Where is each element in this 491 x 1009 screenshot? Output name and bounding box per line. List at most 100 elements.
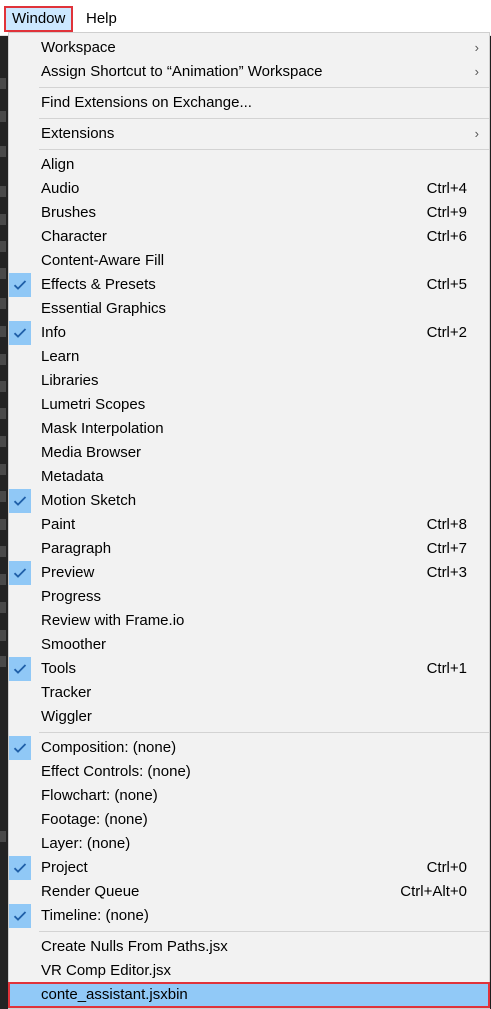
menu-item-label: Media Browser xyxy=(41,444,142,461)
menu-item-assign-shortcut-to-animation-workspace[interactable]: Assign Shortcut to “Animation” Workspace… xyxy=(9,60,489,84)
menu-item-render-queue[interactable]: Render Queue Ctrl+Alt+0 xyxy=(9,880,489,904)
menu-item-label: Lumetri Scopes xyxy=(41,396,146,413)
menu-item-vr-comp-editor-jsx[interactable]: VR Comp Editor.jsx xyxy=(9,959,489,983)
menu-item-label: Paragraph xyxy=(41,540,112,557)
menu-item-label: Layer: (none) xyxy=(41,835,131,852)
menu-item-shortcut: Ctrl+5 xyxy=(426,276,467,293)
menu-item-find-extensions-on-exchange[interactable]: Find Extensions on Exchange... xyxy=(9,91,489,115)
menu-item-label: Extensions xyxy=(41,125,115,142)
menu-item-label: Content-Aware Fill xyxy=(41,252,165,269)
menu-item-shortcut: Ctrl+0 xyxy=(426,859,467,876)
menubar-help[interactable]: Help xyxy=(80,6,123,32)
menu-item-label: Audio xyxy=(41,180,80,197)
menu-item-label: Learn xyxy=(41,348,80,365)
menu-item-extensions[interactable]: Extensions › xyxy=(9,122,489,146)
menu-item-tools[interactable]: Tools Ctrl+1 xyxy=(9,657,489,681)
menu-item-label: Project xyxy=(41,859,88,876)
menubar-window[interactable]: Window xyxy=(4,6,74,32)
menu-item-mask-interpolation[interactable]: Mask Interpolation xyxy=(9,417,489,441)
menu-item-effect-controls-none[interactable]: Effect Controls: (none) xyxy=(9,760,489,784)
menu-item-progress[interactable]: Progress xyxy=(9,585,489,609)
menu-item-shortcut: Ctrl+2 xyxy=(426,324,467,341)
menu-item-label: Tracker xyxy=(41,684,92,701)
menu-item-wiggler[interactable]: Wiggler xyxy=(9,705,489,729)
menu-item-shortcut: Ctrl+4 xyxy=(426,180,467,197)
menu-item-shortcut: Ctrl+7 xyxy=(426,540,467,557)
menu-item-label: Footage: (none) xyxy=(41,811,148,828)
chevron-right-icon: › xyxy=(474,64,479,79)
menu-item-label: Libraries xyxy=(41,372,99,389)
menu-item-audio[interactable]: Audio Ctrl+4 xyxy=(9,177,489,201)
menu-item-label: Character xyxy=(41,228,107,245)
menu-item-label: Review with Frame.io xyxy=(41,612,185,629)
menu-separator xyxy=(39,732,489,733)
menu-item-shortcut: Ctrl+3 xyxy=(426,564,467,581)
menu-item-review-with-frame-io[interactable]: Review with Frame.io xyxy=(9,609,489,633)
menu-item-label: Info xyxy=(41,324,67,341)
menu-item-learn[interactable]: Learn xyxy=(9,345,489,369)
checkmark-icon xyxy=(9,489,31,513)
checkmark-icon xyxy=(9,904,31,928)
menu-item-metadata[interactable]: Metadata xyxy=(9,465,489,489)
menu-item-label: Progress xyxy=(41,588,102,605)
menu-item-motion-sketch[interactable]: Motion Sketch xyxy=(9,489,489,513)
menu-item-label: Assign Shortcut to “Animation” Workspace xyxy=(41,63,323,80)
menu-item-workspace[interactable]: Workspace › xyxy=(9,36,489,60)
menu-item-essential-graphics[interactable]: Essential Graphics xyxy=(9,297,489,321)
menu-item-footage-none[interactable]: Footage: (none) xyxy=(9,808,489,832)
menu-item-conte-assistant-jsxbin[interactable]: conte_assistant.jsxbin xyxy=(8,982,490,1008)
menu-item-label: Workspace xyxy=(41,39,116,56)
menu-item-label: Tools xyxy=(41,660,77,677)
menu-item-timeline-none[interactable]: Timeline: (none) xyxy=(9,904,489,928)
menu-item-paragraph[interactable]: Paragraph Ctrl+7 xyxy=(9,537,489,561)
menu-item-label: Flowchart: (none) xyxy=(41,787,158,804)
menu-item-layer-none[interactable]: Layer: (none) xyxy=(9,832,489,856)
menu-item-shortcut: Ctrl+9 xyxy=(426,204,467,221)
checkmark-icon xyxy=(9,856,31,880)
menu-item-content-aware-fill[interactable]: Content-Aware Fill xyxy=(9,249,489,273)
menu-item-effects-presets[interactable]: Effects & Presets Ctrl+5 xyxy=(9,273,489,297)
chevron-right-icon: › xyxy=(474,40,479,55)
menu-item-label: Wiggler xyxy=(41,708,92,725)
menu-item-label: Timeline: (none) xyxy=(41,907,149,924)
checkmark-icon xyxy=(9,657,31,681)
menu-item-smoother[interactable]: Smoother xyxy=(9,633,489,657)
menu-item-flowchart-none[interactable]: Flowchart: (none) xyxy=(9,784,489,808)
menu-item-label: Metadata xyxy=(41,468,104,485)
menu-item-composition-none[interactable]: Composition: (none) xyxy=(9,736,489,760)
menu-item-label: conte_assistant.jsxbin xyxy=(41,986,188,1003)
menu-item-label: Preview xyxy=(41,564,95,581)
menu-item-label: Paint xyxy=(41,516,76,533)
menu-separator xyxy=(39,87,489,88)
menu-item-create-nulls-from-paths-jsx[interactable]: Create Nulls From Paths.jsx xyxy=(9,935,489,959)
menu-item-label: Effect Controls: (none) xyxy=(41,763,191,780)
menu-item-info[interactable]: Info Ctrl+2 xyxy=(9,321,489,345)
menu-separator xyxy=(39,118,489,119)
menu-item-label: VR Comp Editor.jsx xyxy=(41,962,172,979)
menu-item-project[interactable]: Project Ctrl+0 xyxy=(9,856,489,880)
menu-item-label: Essential Graphics xyxy=(41,300,167,317)
chevron-right-icon: › xyxy=(474,126,479,141)
menu-item-shortcut: Ctrl+Alt+0 xyxy=(400,883,467,900)
menu-item-label: Smoother xyxy=(41,636,107,653)
checkmark-icon xyxy=(9,736,31,760)
menu-item-paint[interactable]: Paint Ctrl+8 xyxy=(9,513,489,537)
menu-item-shortcut: Ctrl+8 xyxy=(426,516,467,533)
window-dropdown-menu: Workspace › Assign Shortcut to “Animation”… xyxy=(8,32,490,1009)
menu-item-label: Find Extensions on Exchange... xyxy=(41,94,252,111)
menu-item-shortcut: Ctrl+6 xyxy=(426,228,467,245)
menu-bar: Window Help xyxy=(0,0,491,36)
menu-separator xyxy=(39,149,489,150)
menu-item-preview[interactable]: Preview Ctrl+3 xyxy=(9,561,489,585)
menu-item-label: Effects & Presets xyxy=(41,276,156,293)
menu-item-brushes[interactable]: Brushes Ctrl+9 xyxy=(9,201,489,225)
menu-item-character[interactable]: Character Ctrl+6 xyxy=(9,225,489,249)
menu-item-label: Composition: (none) xyxy=(41,739,177,756)
menu-item-align[interactable]: Align xyxy=(9,153,489,177)
menu-item-label: Brushes xyxy=(41,204,97,221)
menu-item-media-browser[interactable]: Media Browser xyxy=(9,441,489,465)
menu-item-lumetri-scopes[interactable]: Lumetri Scopes xyxy=(9,393,489,417)
menu-item-libraries[interactable]: Libraries xyxy=(9,369,489,393)
menu-item-label: Motion Sketch xyxy=(41,492,137,509)
menu-item-tracker[interactable]: Tracker xyxy=(9,681,489,705)
